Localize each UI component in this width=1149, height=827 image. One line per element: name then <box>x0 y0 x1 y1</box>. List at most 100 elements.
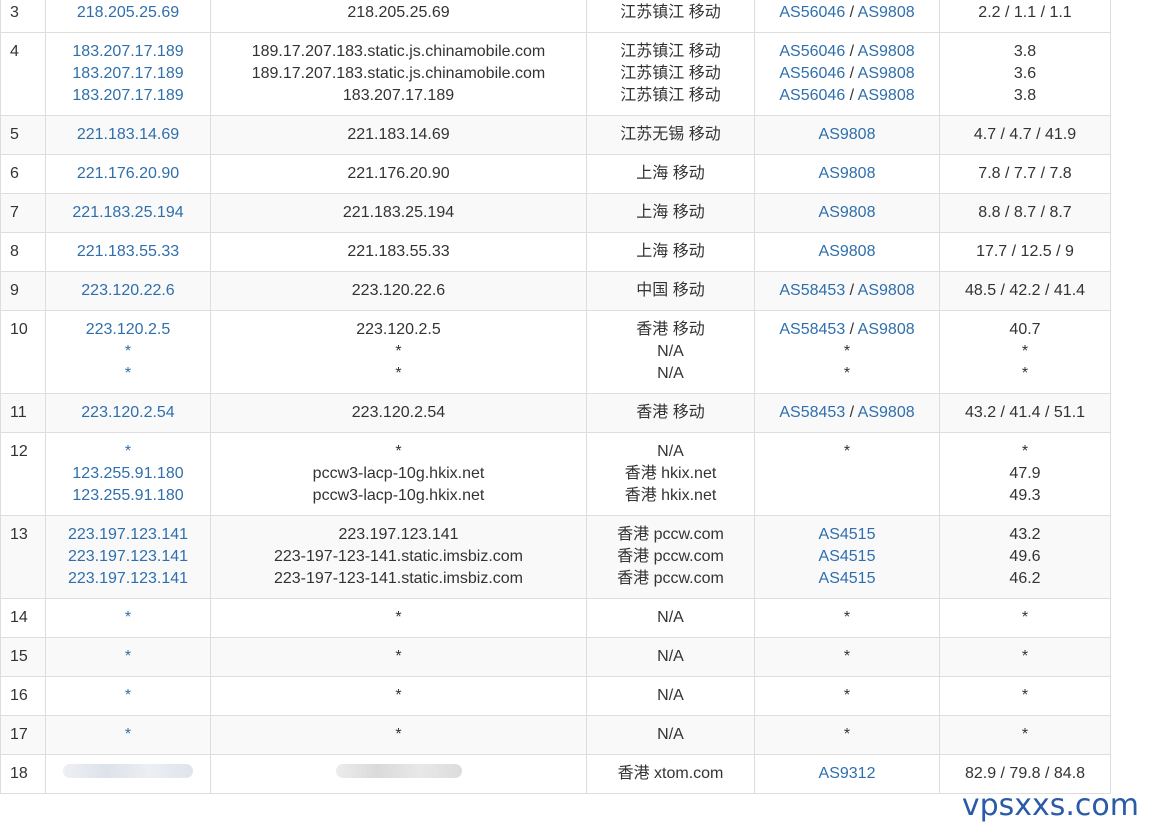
traceroute-table: 3 218.205.25.69 218.205.25.69 江苏镇江 移动 AS5604… <box>0 0 1111 794</box>
hop-number: 9 <box>0 271 46 311</box>
ip-link[interactable]: 221.183.25.194 <box>47 202 210 224</box>
as-link[interactable]: AS9808 <box>858 4 915 21</box>
hop-number: 11 <box>0 393 46 433</box>
lat-cell: 40.7 * * <box>939 310 1111 394</box>
loc-cell: 上海 移动 <box>586 193 755 233</box>
hop-row: 8 221.183.55.33 221.183.55.33 上海 移动 AS9808 17… <box>0 232 1111 272</box>
ip-link[interactable]: 221.183.55.33 <box>47 241 210 263</box>
as-cell: AS9808 <box>754 115 940 155</box>
as-link: * <box>843 687 851 704</box>
ip-link[interactable]: 223.197.123.141 <box>47 546 210 568</box>
ip-link[interactable]: 223.197.123.141 <box>47 568 210 590</box>
as-link[interactable]: AS9808 <box>858 282 915 299</box>
as-link[interactable]: AS58453 <box>779 282 845 299</box>
latency-text: 4.7 / 4.7 / 41.9 <box>973 126 1077 143</box>
loc-cell: 上海 移动 <box>586 232 755 272</box>
lat-cell: 43.2 / 41.4 / 51.1 <box>939 393 1111 433</box>
lat-cell: * <box>939 715 1111 755</box>
ip-link: * <box>124 648 132 665</box>
lat-cell: 48.5 / 42.2 / 41.4 <box>939 271 1111 311</box>
ip-link[interactable]: 223.197.123.141 <box>47 524 210 546</box>
as-link[interactable]: AS9808 <box>858 321 915 338</box>
ip-cell: 223.120.2.54 <box>45 393 211 433</box>
as-link[interactable]: AS4515 <box>819 570 876 587</box>
hostname-text: 223.120.2.54 <box>351 404 446 421</box>
host-cell <box>210 754 587 794</box>
ip-link[interactable]: 123.255.91.180 <box>47 485 210 507</box>
ip-cell: * <box>45 598 211 638</box>
ip-link[interactable]: 223.120.22.6 <box>47 280 210 302</box>
ip-link: * <box>124 343 132 360</box>
ip-link[interactable]: 221.183.14.69 <box>47 124 210 146</box>
as-link: * <box>843 648 851 665</box>
location-text: 江苏镇江 移动 <box>620 4 721 21</box>
ip-link[interactable]: 183.207.17.189 <box>47 85 210 107</box>
host-cell: * <box>210 637 587 677</box>
location-text: 香港 移动 <box>636 404 705 421</box>
hostname-text: 223.120.2.5 <box>356 321 441 338</box>
as-link: * <box>843 365 851 382</box>
latency-text: 43.2 / 41.4 / 51.1 <box>964 404 1086 421</box>
as-separator: / <box>845 321 858 338</box>
as-cell-line: AS56046 / AS9808 <box>756 2 939 24</box>
loc-cell: 香港 移动 <box>586 393 755 433</box>
ip-link[interactable]: 221.176.20.90 <box>47 163 210 185</box>
as-link[interactable]: AS56046 <box>779 4 845 21</box>
host-cell: 223.120.2.5 * * <box>210 310 587 394</box>
hostname-text: 189.17.207.183.static.js.chinamobile.com <box>251 43 546 60</box>
as-link[interactable]: AS9808 <box>858 43 915 60</box>
ip-link[interactable]: 183.207.17.189 <box>47 41 210 63</box>
as-link[interactable]: AS56046 <box>779 87 845 104</box>
ip-link[interactable]: 223.120.2.5 <box>47 319 210 341</box>
as-link[interactable]: AS9808 <box>858 65 915 82</box>
ip-link[interactable]: 223.120.2.54 <box>47 402 210 424</box>
latency-text: * <box>1021 687 1029 704</box>
location-text: 香港 移动 <box>636 321 705 338</box>
as-link[interactable]: AS9808 <box>819 204 876 221</box>
as-separator: / <box>845 87 858 104</box>
latency-text: 17.7 / 12.5 / 9 <box>976 243 1074 260</box>
hop-number: 5 <box>0 115 46 155</box>
host-cell: 218.205.25.69 <box>210 0 587 33</box>
location-text: 中国 移动 <box>636 282 705 299</box>
as-link[interactable]: AS4515 <box>819 526 876 543</box>
as-link[interactable]: AS9312 <box>819 765 876 782</box>
lat-cell: 7.8 / 7.7 / 7.8 <box>939 154 1111 194</box>
as-link[interactable]: AS9808 <box>819 126 876 143</box>
hop-row: 4 183.207.17.189 183.207.17.189 183.207.17.… <box>0 32 1111 116</box>
as-cell: * <box>754 715 940 755</box>
as-link[interactable]: AS4515 <box>819 548 876 565</box>
as-link[interactable]: AS9808 <box>819 243 876 260</box>
ip-link[interactable]: 123.255.91.180 <box>47 463 210 485</box>
location-text: N/A <box>657 343 684 360</box>
loc-cell: 香港 xtom.com <box>586 754 755 794</box>
loc-cell: 中国 移动 <box>586 271 755 311</box>
as-link[interactable]: AS58453 <box>779 404 845 421</box>
ip-cell: * <box>45 676 211 716</box>
lat-cell: 17.7 / 12.5 / 9 <box>939 232 1111 272</box>
as-link[interactable]: AS58453 <box>779 321 845 338</box>
as-cell-line: * <box>756 607 939 629</box>
lat-cell: * <box>939 598 1111 638</box>
as-cell: AS9808 <box>754 154 940 194</box>
as-link[interactable]: AS56046 <box>779 65 845 82</box>
as-cell: * <box>754 432 940 516</box>
latency-text: 48.5 / 42.2 / 41.4 <box>964 282 1086 299</box>
hop-row: 5 221.183.14.69 221.183.14.69 江苏无锡 移动 AS9808… <box>0 115 1111 155</box>
hostname-text: * <box>395 609 402 626</box>
ip-link[interactable]: 218.205.25.69 <box>47 2 210 24</box>
latency-text: 3.8 <box>1013 87 1037 104</box>
hop-number: 12 <box>0 432 46 516</box>
as-cell-line: AS9808 <box>756 241 939 263</box>
as-cell: * <box>754 637 940 677</box>
as-cell-line: AS9808 <box>756 202 939 224</box>
as-link[interactable]: AS9808 <box>819 165 876 182</box>
latency-text: 43.2 <box>1009 526 1041 543</box>
latency-text: 40.7 <box>1009 321 1041 338</box>
as-link[interactable]: AS9808 <box>858 404 915 421</box>
ip-link[interactable]: 183.207.17.189 <box>47 63 210 85</box>
loc-cell: 香港 移动 N/A N/A <box>586 310 755 394</box>
as-link[interactable]: AS9808 <box>858 87 915 104</box>
hop-row: 9 223.120.22.6 223.120.22.6 中国 移动 AS58453 / … <box>0 271 1111 311</box>
as-link[interactable]: AS56046 <box>779 43 845 60</box>
